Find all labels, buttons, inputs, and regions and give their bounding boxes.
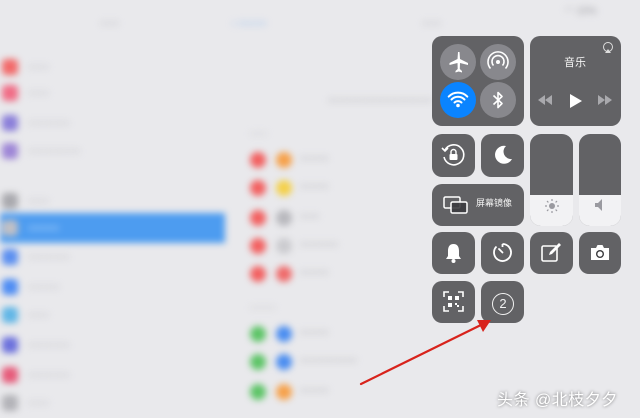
detail-header: ▭▭ <box>422 18 441 29</box>
detail-row: ▭▭▭▭ <box>248 232 448 262</box>
previous-track-icon[interactable] <box>538 95 552 105</box>
wifi-icon <box>447 91 469 108</box>
sidebar-row: ▭▭ <box>0 78 225 108</box>
rotation-lock-icon <box>441 144 465 166</box>
sidebar-row-selected: ▭▭▭ <box>0 213 225 243</box>
sidebar-row: ▭▭ <box>0 388 225 418</box>
sidebar-row: ▭▭▭ <box>0 272 225 302</box>
do-not-disturb-tile[interactable] <box>481 134 524 177</box>
watermark-text: 头条 @北枝夕夕 <box>497 392 618 409</box>
bell-icon <box>446 244 461 263</box>
camera-tile[interactable] <box>579 232 621 274</box>
cellular-data-toggle[interactable] <box>480 44 516 80</box>
sidebar-row: ▭▭▭▭ <box>0 360 225 390</box>
note-edit-icon <box>541 243 561 262</box>
wifi-status-icon: ◠ <box>565 6 574 17</box>
bluetooth-icon <box>492 91 503 109</box>
brightness-icon <box>545 199 559 213</box>
speaker-icon <box>595 199 602 211</box>
back-link: ‹ ▭▭▭ <box>232 18 267 29</box>
status-bar: ◠ 15% <box>565 6 597 17</box>
sidebar-header: ▭▭ <box>100 18 119 29</box>
qr-code-icon <box>443 291 464 312</box>
play-icon[interactable] <box>569 94 583 108</box>
volume-slider[interactable] <box>579 134 621 226</box>
sidebar-row: ▭▭▭▭ <box>0 242 225 272</box>
sidebar-row: ▭▭▭▭ <box>0 108 225 138</box>
detail-note: ▭▭▭▭▭▭▭▭▭▭▭ <box>328 95 432 106</box>
screen-mirroring-icon <box>443 196 468 214</box>
sidebar-row: ▭▭ <box>0 300 225 330</box>
airplane-mode-toggle[interactable] <box>440 44 476 80</box>
airplay-icon[interactable] <box>602 42 614 54</box>
sidebar-row: ▭▭▭▭▭ <box>0 136 225 166</box>
timer-icon <box>493 243 512 262</box>
wifi-toggle[interactable] <box>440 82 476 118</box>
bluetooth-toggle[interactable] <box>480 82 516 118</box>
sidebar-row: ▭▭ <box>0 186 225 216</box>
next-track-icon[interactable] <box>598 95 612 105</box>
group-label: ▭▭▭ <box>250 302 276 312</box>
screen-mirroring-label: 屏幕镜像 <box>476 198 513 208</box>
moon-icon <box>495 145 512 164</box>
group-label: ▭▭ <box>250 128 268 138</box>
detail-row: ▭▭▭ <box>248 146 448 176</box>
rotation-lock-tile[interactable] <box>432 134 475 177</box>
detail-row: ▭▭▭ <box>248 174 448 204</box>
timer-tile[interactable] <box>481 232 524 274</box>
brightness-slider[interactable] <box>530 134 573 226</box>
antenna-icon <box>487 51 509 70</box>
music-title: 音乐 <box>564 57 586 69</box>
battery-percent: 15% <box>576 6 597 17</box>
camera-icon <box>591 245 609 260</box>
notes-tile[interactable] <box>530 232 573 274</box>
silent-mode-tile[interactable] <box>432 232 475 274</box>
detail-row: ▭▭▭ <box>248 260 448 290</box>
red-annotation-arrow <box>359 320 491 386</box>
airplane-icon <box>449 52 468 73</box>
detail-row: ▭▭ <box>248 204 448 234</box>
sidebar-row: ▭▭▭▭ <box>0 330 225 360</box>
